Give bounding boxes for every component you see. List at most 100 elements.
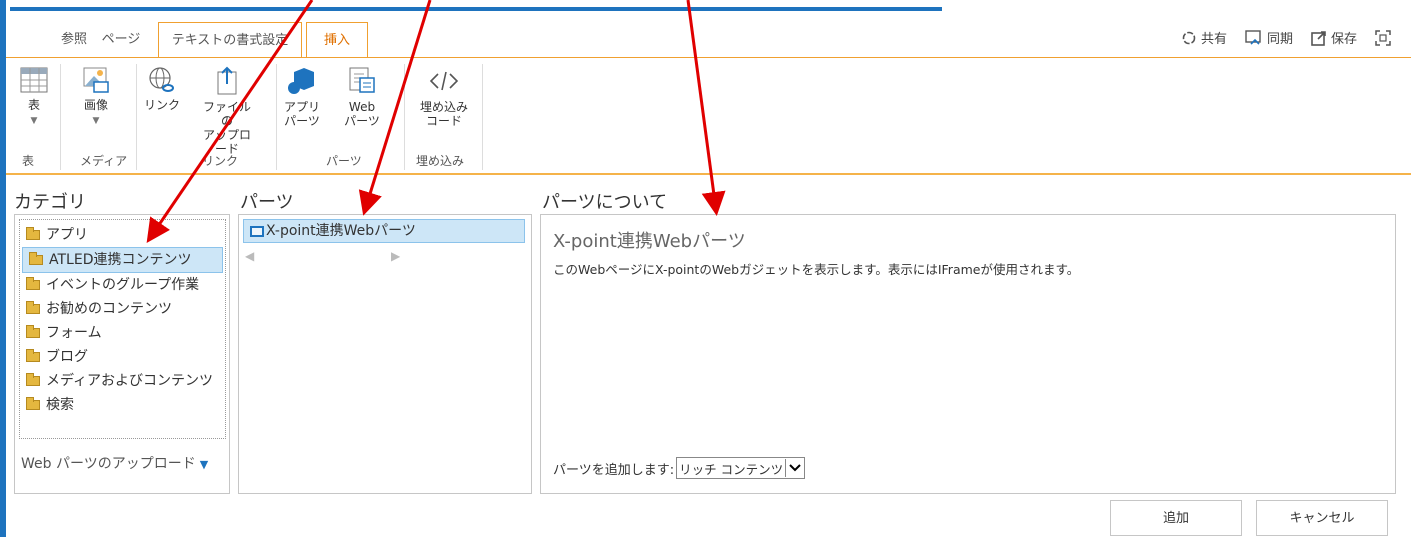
part-item-xpoint[interactable]: X-point連携Webパーツ	[243, 219, 525, 243]
cancel-button[interactable]: キャンセル	[1256, 500, 1388, 536]
group-separator	[60, 64, 61, 170]
file-upload-button[interactable]: ファイルの アップロード	[198, 66, 256, 156]
link-icon	[149, 67, 174, 92]
ribbon-tabs: 参照 ページ テキストの書式設定 挿入 共有 同期 保存	[6, 16, 1411, 59]
embed-code-button[interactable]: 埋め込み コード	[416, 66, 472, 128]
folder-icon	[26, 325, 40, 338]
link-button[interactable]: リンク	[142, 66, 182, 112]
group-media-label: メディア	[80, 154, 128, 168]
tab-text-format[interactable]: テキストの書式設定	[158, 22, 302, 59]
web-parts-button[interactable]: Web パーツ	[342, 66, 382, 128]
about-title: X-point連携Webパーツ	[553, 231, 746, 252]
group-separator	[136, 64, 137, 170]
upload-link-label: Web パーツのアップロード	[21, 456, 196, 472]
next-arrow-icon[interactable]: ▶	[391, 249, 400, 263]
app-parts-button[interactable]: アプリ パーツ	[282, 66, 322, 128]
category-panel: アプリ ATLED連携コンテンツ イベントのグループ作業 お勧めのコンテンツ フ…	[14, 214, 230, 494]
web-parts-icon	[349, 67, 375, 93]
sync-button[interactable]: 同期	[1245, 28, 1293, 47]
about-panel: X-point連携Webパーツ このWebページにX-pointのWebガジェッ…	[540, 214, 1396, 494]
category-label: イベントのグループ作業	[46, 277, 200, 293]
category-item-search[interactable]: 検索	[20, 393, 225, 417]
category-item-apps[interactable]: アプリ	[20, 223, 225, 247]
app-parts-icon	[288, 68, 314, 94]
part-item-label: X-point連携Webパーツ	[266, 223, 416, 239]
category-item-media[interactable]: メディアおよびコンテンツ	[20, 369, 225, 393]
folder-icon	[26, 301, 40, 314]
focus-icon	[1375, 29, 1391, 46]
folder-icon	[29, 252, 43, 265]
add-part-zone-select[interactable]: リッチ コンテンツ	[676, 457, 806, 479]
image-label: 画像	[83, 98, 108, 112]
folder-icon	[26, 349, 40, 362]
web-part-icon	[250, 225, 264, 237]
category-label: ブログ	[46, 349, 88, 365]
web-parts-upload-link[interactable]: Web パーツのアップロード ▼	[21, 453, 208, 473]
sync-label: 同期	[1266, 32, 1293, 47]
top-actions: 共有 同期 保存	[1181, 28, 1391, 47]
category-item-event-groupwork[interactable]: イベントのグループ作業	[20, 273, 225, 297]
image-button[interactable]: 画像 ▼	[76, 66, 116, 128]
category-label: お勧めのコンテンツ	[46, 301, 172, 317]
category-header: カテゴリ	[14, 192, 86, 213]
folder-icon	[26, 397, 40, 410]
chevron-down-icon	[785, 459, 804, 477]
group-parts-label: パーツ	[326, 154, 362, 168]
category-label: ATLED連携コンテンツ	[49, 252, 192, 268]
parts-panel: X-point連携Webパーツ ◀ ▶	[238, 214, 532, 494]
tab-insert[interactable]: 挿入	[306, 22, 368, 59]
file-upload-label-1: ファイルの	[202, 100, 251, 128]
add-button[interactable]: 追加	[1110, 500, 1242, 536]
category-label: フォーム	[46, 325, 102, 341]
group-table-label: 表	[22, 154, 35, 168]
category-item-blog[interactable]: ブログ	[20, 345, 225, 369]
tab-page[interactable]: ページ	[98, 22, 144, 58]
sync-icon	[1245, 29, 1261, 45]
web-parts-label-1: Web	[348, 100, 376, 114]
group-separator	[404, 64, 405, 170]
category-item-forms[interactable]: フォーム	[20, 321, 225, 345]
table-icon	[20, 67, 48, 93]
previous-arrow-icon[interactable]: ◀	[245, 249, 254, 263]
table-button[interactable]: 表 ▼	[16, 66, 52, 128]
about-header: パーツについて	[542, 192, 668, 213]
add-part-label: パーツを追加します:	[553, 462, 675, 478]
upload-file-icon	[217, 66, 237, 95]
category-item-recommended[interactable]: お勧めのコンテンツ	[20, 297, 225, 321]
share-icon	[1182, 31, 1196, 44]
category-label: 検索	[46, 397, 74, 413]
category-item-atled[interactable]: ATLED連携コンテンツ	[22, 247, 223, 273]
embed-label-1: 埋め込み	[419, 100, 468, 114]
category-label: アプリ	[46, 227, 88, 243]
group-link-label: リンク	[202, 154, 239, 168]
tab-reference[interactable]: 参照	[54, 22, 94, 58]
progress-line	[10, 7, 942, 11]
parts-header: パーツ	[240, 192, 294, 213]
share-button[interactable]: 共有	[1181, 28, 1227, 47]
embed-label-2: コード	[425, 114, 462, 128]
zone-select-value: リッチ コンテンツ	[679, 461, 784, 477]
about-description: このWebページにX-pointのWebガジェットを表示します。表示にはIFra…	[553, 262, 1080, 277]
add-part-row: パーツを追加します: リッチ コンテンツ	[553, 457, 806, 479]
focus-button[interactable]	[1375, 29, 1391, 46]
table-label: 表	[27, 98, 40, 112]
folder-icon	[26, 227, 40, 240]
folder-icon	[26, 373, 40, 386]
link-label: リンク	[143, 98, 180, 112]
ribbon: 表 ▼ 画像 ▼ リンク ファイルの アップロード アプリ パーツ Web パーツ …	[6, 57, 1411, 175]
group-embed-label: 埋め込み	[416, 154, 465, 168]
image-dropdown-icon: ▼	[92, 116, 100, 126]
category-list: アプリ ATLED連携コンテンツ イベントのグループ作業 お勧めのコンテンツ フ…	[19, 219, 226, 439]
save-button[interactable]: 保存	[1311, 28, 1357, 47]
chevron-down-icon: ▼	[199, 458, 209, 471]
save-icon	[1311, 30, 1326, 46]
share-label: 共有	[1200, 32, 1227, 47]
app-parts-label-2: パーツ	[284, 114, 320, 128]
web-parts-label-2: パーツ	[344, 114, 380, 128]
group-separator	[482, 64, 483, 170]
group-separator	[276, 64, 277, 170]
top-strip	[0, 0, 1411, 16]
save-label: 保存	[1330, 32, 1357, 47]
table-dropdown-icon: ▼	[30, 116, 38, 126]
embed-code-icon	[429, 71, 459, 91]
